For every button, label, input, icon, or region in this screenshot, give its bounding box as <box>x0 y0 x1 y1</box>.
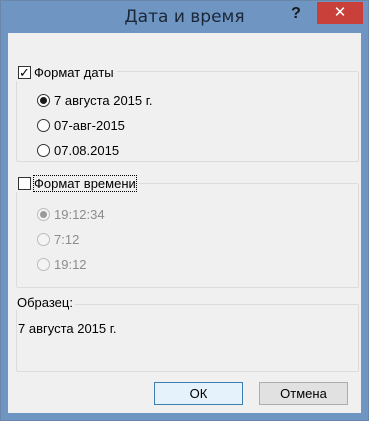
date-option-1[interactable]: 7 августа 2015 г. <box>37 91 153 109</box>
radio-button-selected-disabled[interactable] <box>37 207 50 221</box>
cancel-button[interactable]: Отмена <box>259 382 348 405</box>
time-format-checkbox-row[interactable]: Формат времени <box>16 174 139 192</box>
radio-button-selected[interactable] <box>37 93 50 107</box>
close-icon: ✕ <box>333 4 347 21</box>
date-option-2[interactable]: 07-авг-2015 <box>37 116 125 134</box>
ok-button[interactable]: ОК <box>154 382 243 405</box>
radio-button[interactable] <box>37 118 50 132</box>
radio-button-disabled[interactable] <box>37 232 50 246</box>
close-button[interactable]: ✕ <box>317 2 363 24</box>
date-option-label: 07.08.2015 <box>54 142 120 158</box>
date-option-3[interactable]: 07.08.2015 <box>37 141 119 159</box>
date-option-label: 07-авг-2015 <box>54 117 125 133</box>
time-option-label: 19:12:34 <box>54 206 105 222</box>
date-format-checkbox[interactable]: ✓ <box>18 64 31 80</box>
time-option-label: 19:12 <box>54 256 87 272</box>
time-format-label: Формат времени <box>33 174 137 192</box>
radio-button-disabled[interactable] <box>37 257 50 271</box>
date-option-label: 7 августа 2015 г. <box>54 92 153 108</box>
dialog-title: Дата и время <box>124 7 245 27</box>
help-button[interactable]: ? <box>281 3 311 25</box>
time-option-1[interactable]: 19:12:34 <box>37 205 105 223</box>
sample-value: 7 августа 2015 г. <box>18 321 117 336</box>
radio-button[interactable] <box>37 143 50 157</box>
sample-group <box>16 304 359 372</box>
dialog-body: ✓ Формат даты 7 августа 2015 г. 07-авг-2… <box>8 33 361 413</box>
time-option-label: 7:12 <box>54 231 80 247</box>
sample-label: Образец: <box>15 295 75 310</box>
time-option-2[interactable]: 7:12 <box>37 230 79 248</box>
checkmark-icon: ✓ <box>19 64 30 80</box>
dialog-window: Дата и время ? ✕ ✓ Формат даты 7 августа… <box>0 0 369 421</box>
date-format-label: Формат даты <box>34 64 114 80</box>
time-format-checkbox[interactable] <box>18 176 31 190</box>
title-bar[interactable]: Дата и время ? ✕ <box>1 1 368 33</box>
date-format-checkbox-row[interactable]: ✓ Формат даты <box>16 63 117 81</box>
time-option-3[interactable]: 19:12 <box>37 255 87 273</box>
